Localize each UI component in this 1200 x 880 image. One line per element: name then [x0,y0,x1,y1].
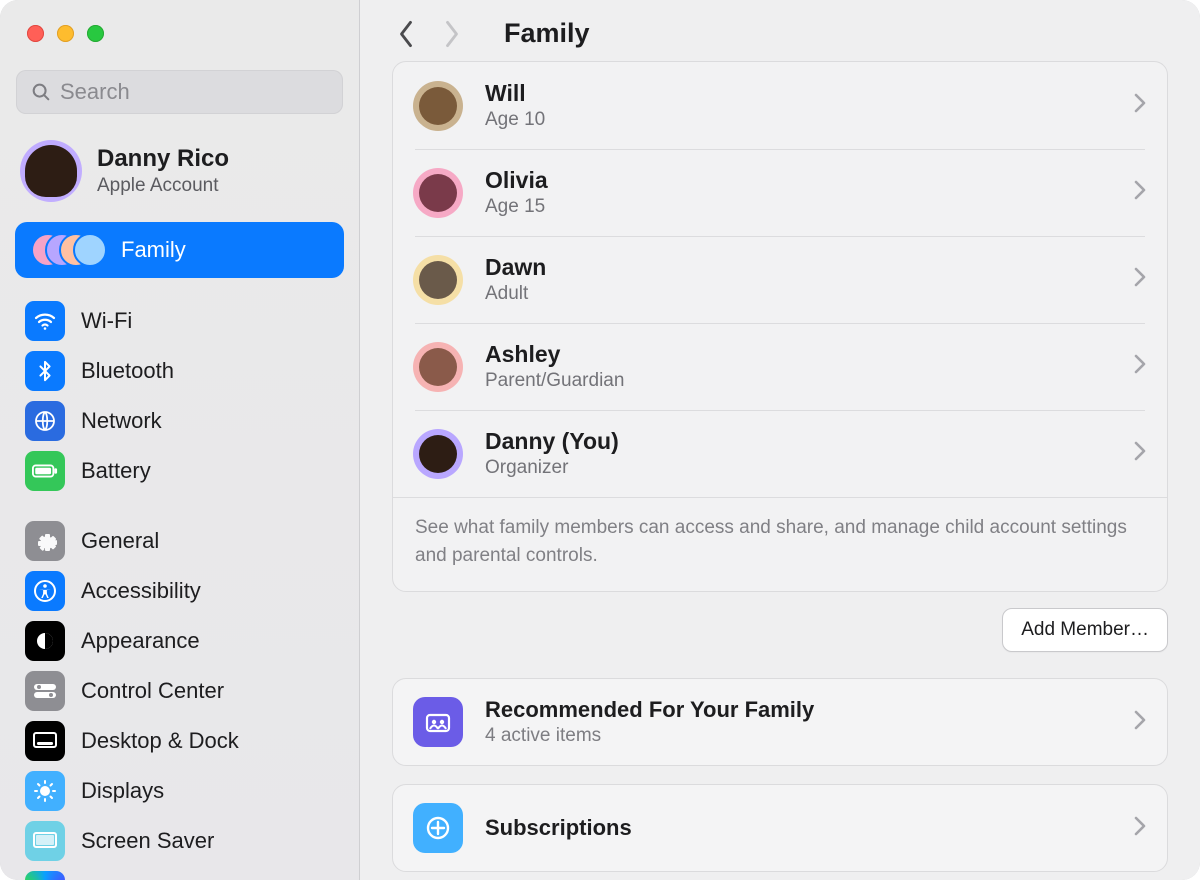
sidebar-item-displays[interactable]: Displays [15,766,344,816]
chevron-right-icon [1133,440,1147,467]
recommended-subtitle: 4 active items [485,725,814,747]
member-name: Dawn [485,254,546,281]
sidebar-item-battery[interactable]: Battery [15,446,344,496]
family-member-row[interactable]: OliviaAge 15 [393,149,1167,236]
sidebar-item-label: Family [121,237,186,263]
recommended-icon [413,697,463,747]
sidebar-item-control-center[interactable]: Control Center [15,666,344,716]
gear-icon [25,521,65,561]
chevron-right-icon [441,17,463,51]
sidebar-item-label: Screen Saver [81,828,214,854]
chevron-left-icon [395,17,417,51]
member-role: Parent/Guardian [485,370,624,392]
family-avatar-stack [31,230,107,270]
recommended-title: Recommended For Your Family [485,697,814,723]
member-name: Danny (You) [485,428,619,455]
chevron-right-icon [1133,815,1147,842]
sidebar-item-network[interactable]: Network [15,396,344,446]
network-icon [25,401,65,441]
sidebar-item-appearance[interactable]: Appearance [15,616,344,666]
sidebar-account[interactable]: Danny Rico Apple Account [0,124,359,218]
screen-saver-icon [25,821,65,861]
subscriptions-icon [413,803,463,853]
sidebar-nav: Wi-Fi Bluetooth Network Battery General [0,296,359,880]
sidebar-item-accessibility[interactable]: Accessibility [15,566,344,616]
minimize-window-button[interactable] [57,25,74,42]
family-member-row[interactable]: Danny (You)Organizer [393,410,1167,497]
appearance-icon [25,621,65,661]
sidebar-item-label: Displays [81,778,164,804]
account-name: Danny Rico [97,145,229,173]
wifi-icon [25,301,65,341]
control-center-icon [25,671,65,711]
chevron-right-icon [1133,92,1147,119]
account-subtitle: Apple Account [97,175,229,197]
recommended-card[interactable]: Recommended For Your Family 4 active ite… [392,678,1168,766]
sidebar-item-label: General [81,528,159,554]
back-button[interactable] [392,20,420,48]
accessibility-icon [25,571,65,611]
sidebar-item-screen-saver[interactable]: Screen Saver [15,816,344,866]
content-pane: Family WillAge 10OliviaAge 15DawnAdultAs… [360,0,1200,880]
displays-icon [25,771,65,811]
settings-window: Search Danny Rico Apple Account Family W… [0,0,1200,880]
sidebar-item-siri[interactable]: Siri [15,866,344,880]
member-role: Age 10 [485,109,545,131]
chevron-right-icon [1133,266,1147,293]
sidebar-item-bluetooth[interactable]: Bluetooth [15,346,344,396]
family-member-row[interactable]: DawnAdult [393,236,1167,323]
sidebar-item-desktop-dock[interactable]: Desktop & Dock [15,716,344,766]
sidebar-item-label: Appearance [81,628,200,654]
sidebar-item-wifi[interactable]: Wi-Fi [15,296,344,346]
close-window-button[interactable] [27,25,44,42]
content-header: Family [360,0,1200,61]
subscriptions-title: Subscriptions [485,815,632,841]
member-role: Adult [485,283,546,305]
member-name: Ashley [485,341,624,368]
desktop-dock-icon [25,721,65,761]
chevron-right-icon [1133,353,1147,380]
sidebar-item-label: Battery [81,458,151,484]
member-name: Olivia [485,167,548,194]
search-placeholder: Search [60,79,130,105]
forward-button[interactable] [438,20,466,48]
add-member-button[interactable]: Add Member… [1002,608,1168,652]
member-avatar [413,429,463,479]
member-avatar [413,168,463,218]
member-role: Age 15 [485,196,548,218]
family-member-row[interactable]: WillAge 10 [393,62,1167,149]
sidebar-item-label: Accessibility [81,578,201,604]
member-role: Organizer [485,457,619,479]
sidebar-item-label: Network [81,408,162,434]
subscriptions-card[interactable]: Subscriptions [392,784,1168,872]
member-avatar [413,342,463,392]
sidebar-item-label: Wi-Fi [81,308,132,334]
search-input[interactable]: Search [16,70,343,114]
member-avatar [413,81,463,131]
sidebar-item-family[interactable]: Family [15,222,344,278]
account-avatar [20,140,82,202]
sidebar-item-label: Control Center [81,678,224,704]
bluetooth-icon [25,351,65,391]
chevron-right-icon [1133,709,1147,736]
family-members-footer: See what family members can access and s… [393,497,1167,591]
sidebar: Search Danny Rico Apple Account Family W… [0,0,360,880]
family-members-panel: WillAge 10OliviaAge 15DawnAdultAshleyPar… [392,61,1168,592]
window-traffic-lights [0,0,359,42]
sidebar-item-label: Bluetooth [81,358,174,384]
search-icon [30,81,52,103]
family-member-row[interactable]: AshleyParent/Guardian [393,323,1167,410]
siri-icon [25,871,65,880]
member-name: Will [485,80,545,107]
battery-icon [25,451,65,491]
fullscreen-window-button[interactable] [87,25,104,42]
page-title: Family [504,18,590,49]
member-avatar [413,255,463,305]
sidebar-item-label: Desktop & Dock [81,728,239,754]
sidebar-item-general[interactable]: General [15,516,344,566]
chevron-right-icon [1133,179,1147,206]
